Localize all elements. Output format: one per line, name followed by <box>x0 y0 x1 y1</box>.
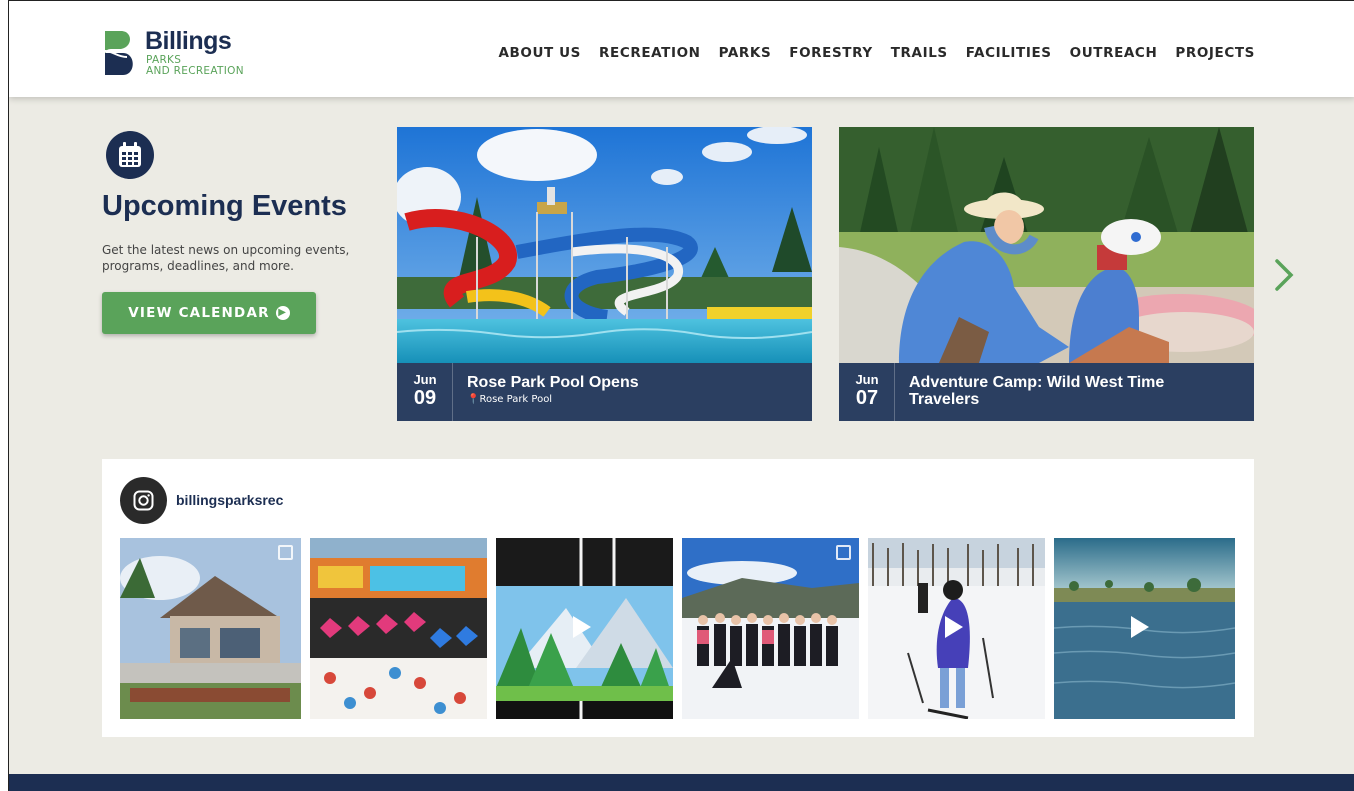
arrow-circle-right-icon: ▶ <box>275 306 290 320</box>
event-image-adventure-camp <box>839 127 1254 363</box>
event-day: 07 <box>855 387 879 409</box>
nav-item-parks[interactable]: PARKS <box>719 45 772 61</box>
carousel-icon <box>278 545 293 560</box>
play-icon <box>1131 616 1149 638</box>
event-card[interactable]: Jun 07 Adventure Camp: Wild West Time Tr… <box>839 127 1254 421</box>
logo-title: Billings <box>145 27 232 55</box>
events-description: Get the latest news on upcoming events, … <box>102 243 350 273</box>
page-frame: Billings PARKS AND RECREATION ABOUT US R… <box>8 0 1354 791</box>
site-logo[interactable]: Billings PARKS AND RECREATION <box>103 27 263 79</box>
event-card[interactable]: Jun 09 Rose Park Pool Opens 📍Rose Park P… <box>397 127 812 421</box>
post-image-building <box>120 538 301 719</box>
event-caption: Jun 09 Rose Park Pool Opens 📍Rose Park P… <box>397 363 812 421</box>
event-location-text: Rose Park Pool <box>479 394 553 405</box>
event-month: Jun <box>855 372 879 387</box>
event-title[interactable]: Adventure Camp: Wild West Time Travelers <box>909 374 1239 408</box>
view-calendar-label: VIEW CALENDAR <box>128 305 270 321</box>
instagram-icon <box>133 490 154 511</box>
event-month: Jun <box>413 372 437 387</box>
event-location: 📍Rose Park Pool <box>467 394 552 405</box>
event-title[interactable]: Rose Park Pool Opens <box>467 374 797 391</box>
instagram-post[interactable] <box>120 538 301 719</box>
play-icon <box>945 616 963 638</box>
logo-subtitle: AND RECREATION <box>146 65 244 77</box>
instagram-handle[interactable]: billingsparksrec <box>176 492 283 508</box>
event-date: Jun 09 <box>397 363 453 421</box>
instagram-post[interactable] <box>868 538 1045 719</box>
post-image-ski-group <box>682 538 859 719</box>
site-header: Billings PARKS AND RECREATION ABOUT US R… <box>9 1 1354 97</box>
instagram-post[interactable] <box>682 538 859 719</box>
chevron-right-icon[interactable] <box>1271 257 1297 293</box>
nav-item-trails[interactable]: TRAILS <box>891 45 948 61</box>
calendar-icon <box>119 142 141 167</box>
carousel-icon <box>836 545 851 560</box>
event-day: 09 <box>413 387 437 409</box>
instagram-feed: billingsparksrec <box>102 459 1254 737</box>
nav-item-recreation[interactable]: RECREATION <box>599 45 701 61</box>
events-heading: Upcoming Events <box>102 190 347 222</box>
instagram-post[interactable] <box>310 538 487 719</box>
calendar-badge <box>106 131 154 179</box>
nav-item-outreach[interactable]: OUTREACH <box>1070 45 1158 61</box>
instagram-avatar[interactable] <box>120 477 167 524</box>
event-caption: Jun 07 Adventure Camp: Wild West Time Tr… <box>839 363 1254 421</box>
main-nav: ABOUT US RECREATION PARKS FORESTRY TRAIL… <box>480 45 1255 61</box>
logo-mark-icon <box>104 31 133 75</box>
instagram-post[interactable] <box>496 538 673 719</box>
view-calendar-button[interactable]: VIEW CALENDAR ▶ <box>102 292 316 334</box>
nav-item-forestry[interactable]: FORESTRY <box>789 45 872 61</box>
nav-item-facilities[interactable]: FACILITIES <box>966 45 1052 61</box>
map-marker-icon: 📍 <box>467 394 480 405</box>
site-footer <box>9 774 1354 791</box>
instagram-post[interactable] <box>1054 538 1235 719</box>
post-image-mural <box>310 538 487 719</box>
nav-item-about-us[interactable]: ABOUT US <box>498 45 581 61</box>
event-date: Jun 07 <box>839 363 895 421</box>
play-icon <box>573 616 591 638</box>
event-image-waterslide <box>397 127 812 363</box>
nav-item-projects[interactable]: PROJECTS <box>1175 45 1255 61</box>
